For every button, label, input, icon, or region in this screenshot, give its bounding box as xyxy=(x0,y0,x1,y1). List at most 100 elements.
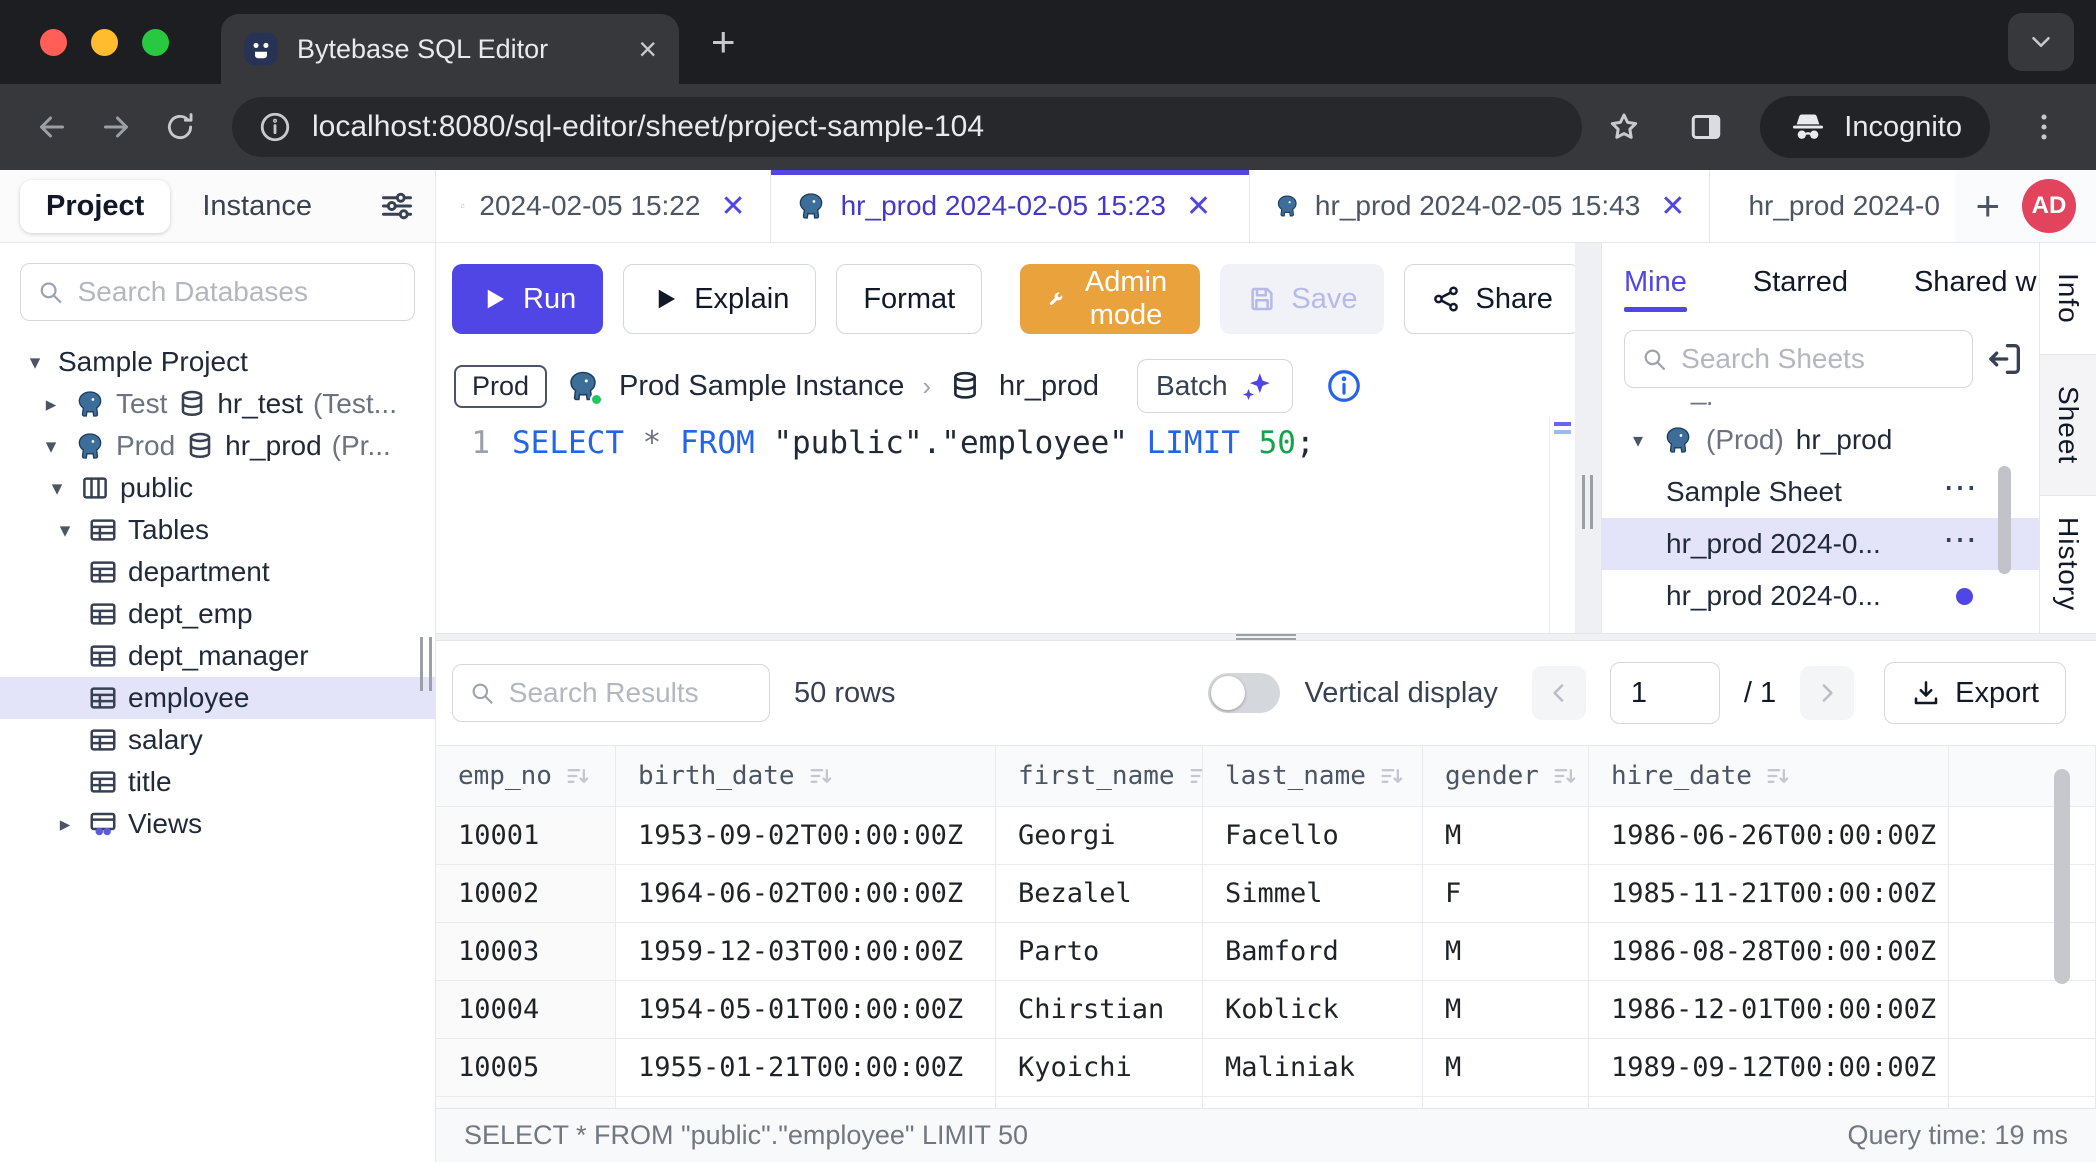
next-page-button[interactable] xyxy=(1800,666,1854,720)
panel-resize-handle[interactable] xyxy=(1582,475,1593,529)
caret-down-icon[interactable]: ▾ xyxy=(22,350,48,375)
sort-icon[interactable] xyxy=(564,762,592,790)
rail-tab-sheet[interactable]: Sheet xyxy=(2040,354,2096,496)
caret-down-icon[interactable]: ▾ xyxy=(44,476,70,501)
tab-search-button[interactable] xyxy=(2008,13,2074,71)
cell-emp-no[interactable]: 10003 xyxy=(436,923,616,981)
tree-item-table-title[interactable]: title xyxy=(0,761,435,803)
results-search-box[interactable] xyxy=(452,664,770,722)
cell-gender[interactable]: M xyxy=(1423,1039,1589,1097)
cell-emp-no[interactable]: 10006 xyxy=(436,1097,616,1108)
sheet-item-unsaved[interactable]: hr_prod 2024-0... xyxy=(1602,570,2039,622)
column-header-first-name[interactable]: first_name xyxy=(996,746,1203,807)
tree-item-tables-group[interactable]: ▾ Tables xyxy=(0,509,435,551)
database-search-input[interactable] xyxy=(78,276,398,308)
close-worksheet-icon[interactable]: ✕ xyxy=(1660,189,1685,224)
editor-scrollbar[interactable] xyxy=(1549,417,1575,633)
sheet-search-input[interactable] xyxy=(1681,343,1956,375)
browser-tab[interactable]: Bytebase SQL Editor × xyxy=(221,14,679,84)
export-button[interactable]: Export xyxy=(1884,662,2066,724)
run-button[interactable]: Run xyxy=(452,264,603,334)
tree-item-db-hr-prod[interactable]: ▾ Prod hr_prod (Pr... xyxy=(0,425,435,467)
tree-item-project[interactable]: ▾ Sample Project xyxy=(0,341,435,383)
cell-hire-date[interactable]: 1986-12-01T00:00:00Z xyxy=(1589,981,1949,1039)
explain-button[interactable]: Explain xyxy=(623,264,816,334)
sort-icon[interactable] xyxy=(807,762,835,790)
cell-last-name[interactable]: Facello xyxy=(1203,807,1423,865)
rail-tab-info[interactable]: Info xyxy=(2040,243,2096,354)
caret-down-icon[interactable]: ▾ xyxy=(1626,428,1650,453)
sort-icon[interactable] xyxy=(1764,762,1792,790)
worksheet-tab-2-active[interactable]: hr_prod 2024-02-05 15:23 ✕ xyxy=(771,170,1251,242)
cell-hire-date[interactable]: 1986-06-26T00:00:00Z xyxy=(1589,807,1949,865)
results-resize-handle[interactable] xyxy=(1236,634,1296,640)
avatar[interactable]: AD xyxy=(2022,179,2076,233)
forward-button[interactable] xyxy=(88,99,144,155)
side-panel-button[interactable] xyxy=(1678,99,1734,155)
instance-name[interactable]: Prod Sample Instance xyxy=(619,370,904,403)
tab-project[interactable]: Project xyxy=(20,180,170,233)
maximize-window-button[interactable] xyxy=(142,29,169,56)
sheet-group-hr-prod[interactable]: ▾ (Prod) hr_prod xyxy=(1602,414,2039,466)
vertical-display-toggle[interactable] xyxy=(1208,673,1280,713)
tree-item-views-group[interactable]: ▸ Views xyxy=(0,803,435,845)
column-header-hire-date[interactable]: hire_date xyxy=(1589,746,1949,807)
cell-last-name[interactable]: Preusig xyxy=(1203,1097,1423,1108)
new-tab-button[interactable]: + xyxy=(711,18,736,66)
minimize-window-button[interactable] xyxy=(91,29,118,56)
sheet-item-sample[interactable]: Sample Sheet ⋯ xyxy=(1602,466,2039,518)
tree-item-table-salary[interactable]: salary xyxy=(0,719,435,761)
sql-editor[interactable]: 1 SELECT * FROM "public"."employee" LIMI… xyxy=(436,417,1575,633)
collapse-panel-icon[interactable] xyxy=(1985,339,2025,379)
cell-last-name[interactable]: Bamford xyxy=(1203,923,1423,981)
batch-button[interactable]: Batch xyxy=(1137,359,1293,413)
cell-last-name[interactable]: Maliniak xyxy=(1203,1039,1423,1097)
worksheet-tab-1[interactable]: 2024-02-05 15:22 ✕ xyxy=(436,170,771,242)
cell-gender[interactable]: M xyxy=(1423,981,1589,1039)
site-info-icon[interactable] xyxy=(258,110,292,144)
sidebar-resize-handle[interactable] xyxy=(420,637,432,691)
cell-birth-date[interactable]: 1959-12-03T00:00:00Z xyxy=(616,923,996,981)
bookmark-button[interactable] xyxy=(1596,99,1652,155)
caret-right-icon[interactable]: ▸ xyxy=(52,812,78,837)
close-worksheet-icon[interactable]: ✕ xyxy=(1186,189,1211,224)
cell-first-name[interactable]: Bezalel xyxy=(996,865,1203,923)
tab-instance[interactable]: Instance xyxy=(176,180,338,233)
cell-emp-no[interactable]: 10005 xyxy=(436,1039,616,1097)
close-tab-icon[interactable]: × xyxy=(638,33,657,65)
column-header-emp-no[interactable]: emp_no xyxy=(436,746,616,807)
column-header-last-name[interactable]: last_name xyxy=(1203,746,1423,807)
worksheet-tab-4[interactable]: hr_prod 2024-0 xyxy=(1710,170,1955,242)
cell-first-name[interactable]: Kyoichi xyxy=(996,1039,1203,1097)
cell-first-name[interactable]: Parto xyxy=(996,923,1203,981)
results-search-input[interactable] xyxy=(509,677,753,709)
sort-icon[interactable] xyxy=(1187,762,1203,790)
rail-tab-history[interactable]: History xyxy=(2040,496,2096,633)
column-header-birth-date[interactable]: birth_date xyxy=(616,746,996,807)
info-icon[interactable] xyxy=(1325,367,1363,405)
cell-birth-date[interactable]: 1955-01-21T00:00:00Z xyxy=(616,1039,996,1097)
cell-gender[interactable]: M xyxy=(1423,923,1589,981)
caret-down-icon[interactable]: ▾ xyxy=(52,518,78,543)
sheet-list-scrollbar[interactable] xyxy=(1998,466,2011,574)
cell-hire-date[interactable]: 1986-08-28T00:00:00Z xyxy=(1589,923,1949,981)
tree-item-table-employee[interactable]: employee xyxy=(0,677,435,719)
sort-icon[interactable] xyxy=(1378,762,1406,790)
sheet-item-unsaved-clipped[interactable]: hr_prod 2024-0... xyxy=(1602,622,2039,633)
filter-settings-button[interactable] xyxy=(379,188,415,224)
close-window-button[interactable] xyxy=(40,29,67,56)
table-row-clipped[interactable]: 10006 1953-04-20T00:00:00Z Anneke Preusi… xyxy=(436,1097,2096,1108)
tab-starred[interactable]: Starred xyxy=(1753,243,1848,322)
table-row[interactable]: 10001 1953-09-02T00:00:00Z Georgi Facell… xyxy=(436,807,2096,865)
sheet-menu-button[interactable]: ⋯ xyxy=(1943,468,1977,508)
cell-gender[interactable]: F xyxy=(1423,865,1589,923)
tree-item-table-department[interactable]: department xyxy=(0,551,435,593)
tab-shared[interactable]: Shared w xyxy=(1914,243,2037,322)
clipped-sheet-row[interactable]: hr_prod 2024-0... xyxy=(1602,402,2039,414)
cell-hire-date[interactable]: 1989-09-12T00:00:00Z xyxy=(1589,1039,1949,1097)
cell-last-name[interactable]: Koblick xyxy=(1203,981,1423,1039)
sheet-menu-button[interactable]: ⋯ xyxy=(1943,520,1977,560)
cell-birth-date[interactable]: 1953-04-20T00:00:00Z xyxy=(616,1097,996,1108)
tab-mine[interactable]: Mine xyxy=(1624,243,1687,322)
prev-page-button[interactable] xyxy=(1532,666,1586,720)
